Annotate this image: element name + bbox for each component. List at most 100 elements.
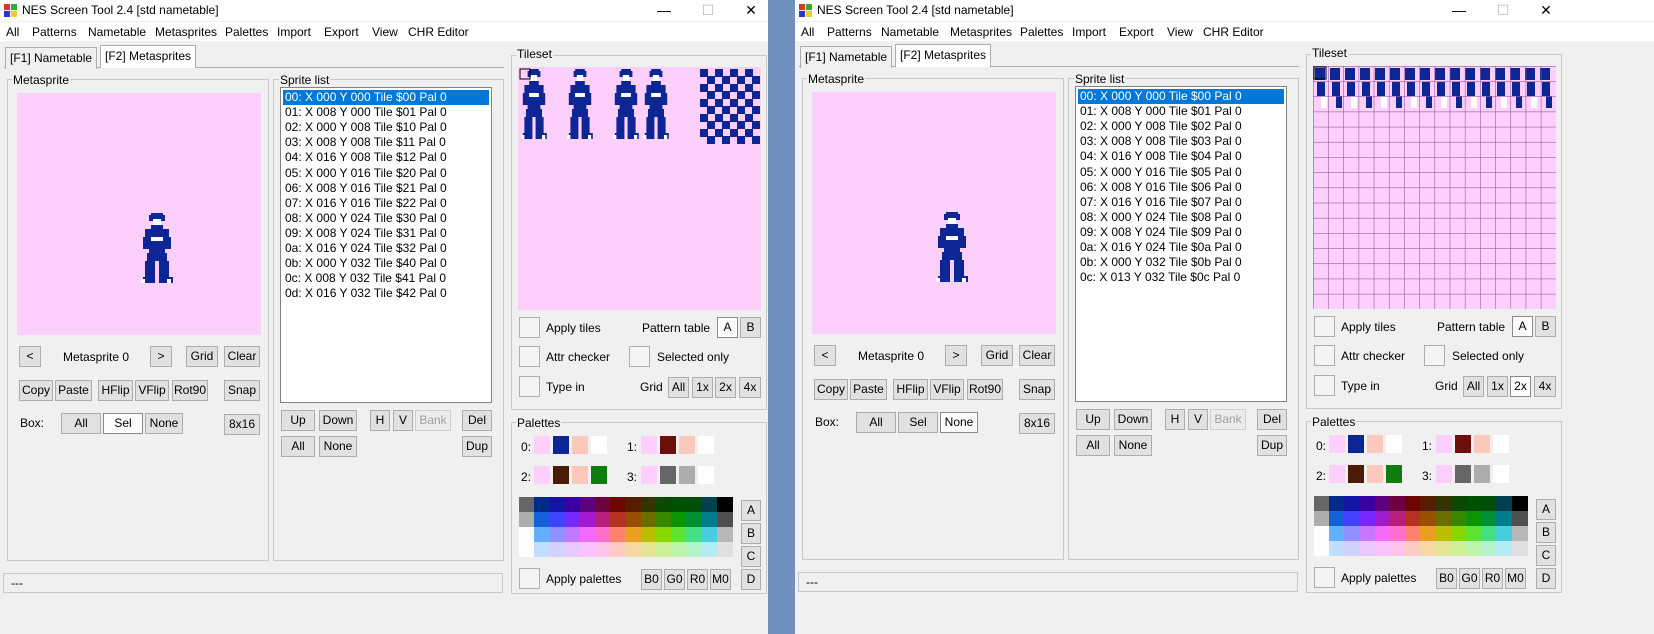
attr-checker-checkbox[interactable]: [1314, 345, 1335, 366]
palette-swatch[interactable]: [679, 436, 695, 454]
palette-color-cell[interactable]: [1359, 526, 1376, 541]
paste-button[interactable]: Paste: [850, 379, 887, 400]
palette-color-cell[interactable]: [1420, 496, 1437, 511]
sprite-list-item[interactable]: 00: X 000 Y 000 Tile $00 Pal 0: [1078, 89, 1284, 104]
palette-color-cell[interactable]: [1314, 526, 1330, 541]
sprite-list-item[interactable]: 06: X 008 Y 016 Tile $06 Pal 0: [1078, 180, 1284, 195]
palette-swatch[interactable]: [641, 466, 657, 484]
delete-sprite-button[interactable]: Del: [1257, 409, 1287, 430]
selected-only-checkbox[interactable]: [629, 346, 650, 367]
palette-color-cell[interactable]: [564, 512, 581, 527]
metasprite-canvas[interactable]: [17, 93, 261, 335]
palette-color-cell[interactable]: [1450, 511, 1467, 526]
sprite-list-item[interactable]: 0b: X 000 Y 032 Tile $40 Pal 0: [283, 256, 489, 271]
palette-color-cell[interactable]: [534, 512, 551, 527]
palette-color-cell[interactable]: [701, 542, 718, 557]
palette-swatch[interactable]: [641, 436, 657, 454]
pattern-table-a-button[interactable]: A: [1512, 316, 1533, 337]
palette-2-swatches[interactable]: [534, 466, 608, 486]
palette-color-cell[interactable]: [610, 512, 627, 527]
palette-swatch[interactable]: [1367, 435, 1383, 453]
grid-all-button[interactable]: All: [668, 377, 689, 398]
palette-a-button[interactable]: A: [1536, 499, 1556, 520]
maximize-icon[interactable]: ☐: [1489, 1, 1517, 20]
palette-color-cell[interactable]: [579, 527, 596, 542]
palette-color-cell[interactable]: [519, 542, 535, 557]
palette-color-cell[interactable]: [655, 512, 672, 527]
palette-color-cell[interactable]: [1466, 496, 1482, 511]
up-button[interactable]: Up: [1076, 409, 1110, 430]
palette-color-cell[interactable]: [1481, 541, 1498, 556]
prev-metasprite-button[interactable]: <: [814, 345, 836, 366]
sprite-list-item[interactable]: 02: X 000 Y 008 Tile $02 Pal 0: [1078, 119, 1284, 134]
menu-all[interactable]: All: [801, 25, 814, 39]
minimize-icon[interactable]: —: [650, 1, 678, 20]
palette-color-cell[interactable]: [701, 527, 718, 542]
palette-b-button[interactable]: B: [1536, 522, 1556, 543]
palette-color-cell[interactable]: [1450, 541, 1467, 556]
palette-color-cell[interactable]: [1359, 541, 1376, 556]
menu-export[interactable]: Export: [324, 25, 359, 39]
palette-color-cell[interactable]: [625, 527, 642, 542]
sprite-list-item[interactable]: 04: X 016 Y 008 Tile $12 Pal 0: [283, 150, 489, 165]
palette-swatch[interactable]: [534, 466, 550, 484]
box-none-button[interactable]: None: [145, 413, 183, 434]
copy-button[interactable]: Copy: [19, 380, 53, 401]
palette-color-cell[interactable]: [1344, 511, 1361, 526]
b0-button[interactable]: B0: [641, 569, 662, 590]
palette-swatch[interactable]: [572, 436, 588, 454]
hflip-sprite-button[interactable]: H: [370, 410, 390, 431]
palette-color-cell[interactable]: [716, 542, 733, 557]
up-button[interactable]: Up: [281, 410, 315, 431]
palette-color-cell[interactable]: [595, 542, 611, 557]
palette-color-cell[interactable]: [1344, 526, 1361, 541]
palette-swatch[interactable]: [591, 436, 607, 454]
palette-color-cell[interactable]: [686, 527, 703, 542]
palette-1-swatches[interactable]: [641, 436, 715, 456]
palette-swatch[interactable]: [1348, 465, 1364, 483]
palette-color-cell[interactable]: [1511, 496, 1528, 511]
palette-color-cell[interactable]: [671, 497, 687, 512]
palette-color-cell[interactable]: [595, 497, 611, 512]
type-in-checkbox[interactable]: [519, 376, 540, 397]
palette-color-cell[interactable]: [595, 512, 611, 527]
palette-color-cell[interactable]: [1496, 526, 1513, 541]
palette-color-cell[interactable]: [549, 542, 566, 557]
grid-button[interactable]: Grid: [981, 345, 1013, 366]
palette-color-cell[interactable]: [549, 512, 566, 527]
palette-color-cell[interactable]: [595, 527, 611, 542]
menu-all[interactable]: All: [6, 25, 19, 39]
menu-view[interactable]: View: [1167, 25, 1193, 39]
sprite-list-item[interactable]: 0a: X 016 Y 024 Tile $0a Pal 0: [1078, 240, 1284, 255]
menu-metasprites[interactable]: Metasprites: [155, 25, 217, 39]
palette-color-cell[interactable]: [625, 512, 642, 527]
g0-button[interactable]: G0: [1459, 568, 1480, 589]
palette-d-button[interactable]: D: [741, 569, 761, 590]
sprite-list-item[interactable]: 03: X 008 Y 008 Tile $11 Pal 0: [283, 135, 489, 150]
palette-color-cell[interactable]: [1496, 541, 1513, 556]
sprite-list-item[interactable]: 0d: X 016 Y 032 Tile $42 Pal 0: [283, 286, 489, 301]
menu-import[interactable]: Import: [277, 25, 311, 39]
palette-color-cell[interactable]: [1405, 511, 1422, 526]
palette-swatch[interactable]: [553, 436, 569, 454]
palette-color-cell[interactable]: [610, 542, 627, 557]
vflip-button[interactable]: VFlip: [135, 380, 169, 401]
select-all-button[interactable]: All: [281, 436, 315, 457]
tab-nametable[interactable]: [F1] Nametable: [800, 46, 893, 68]
clear-button[interactable]: Clear: [224, 346, 260, 367]
palette-color-cell[interactable]: [671, 512, 687, 527]
sprite-list-item[interactable]: 08: X 000 Y 024 Tile $08 Pal 0: [1078, 210, 1284, 225]
palette-d-button[interactable]: D: [1536, 568, 1556, 589]
tab-metasprites[interactable]: [F2] Metasprites: [100, 45, 197, 68]
next-metasprite-button[interactable]: >: [150, 346, 172, 367]
palette-b-button[interactable]: B: [741, 523, 761, 544]
palette-swatch[interactable]: [1455, 465, 1471, 483]
snap-button[interactable]: Snap: [224, 380, 260, 401]
sprite-list-item[interactable]: 01: X 008 Y 000 Tile $01 Pal 0: [283, 105, 489, 120]
grid-2x-button[interactable]: 2x: [1510, 376, 1531, 397]
palette-swatch[interactable]: [698, 436, 714, 454]
r0-button[interactable]: R0: [1482, 568, 1503, 589]
palette-color-cell[interactable]: [701, 512, 718, 527]
palette-color-cell[interactable]: [686, 512, 703, 527]
pattern-table-b-button[interactable]: B: [1535, 316, 1556, 337]
